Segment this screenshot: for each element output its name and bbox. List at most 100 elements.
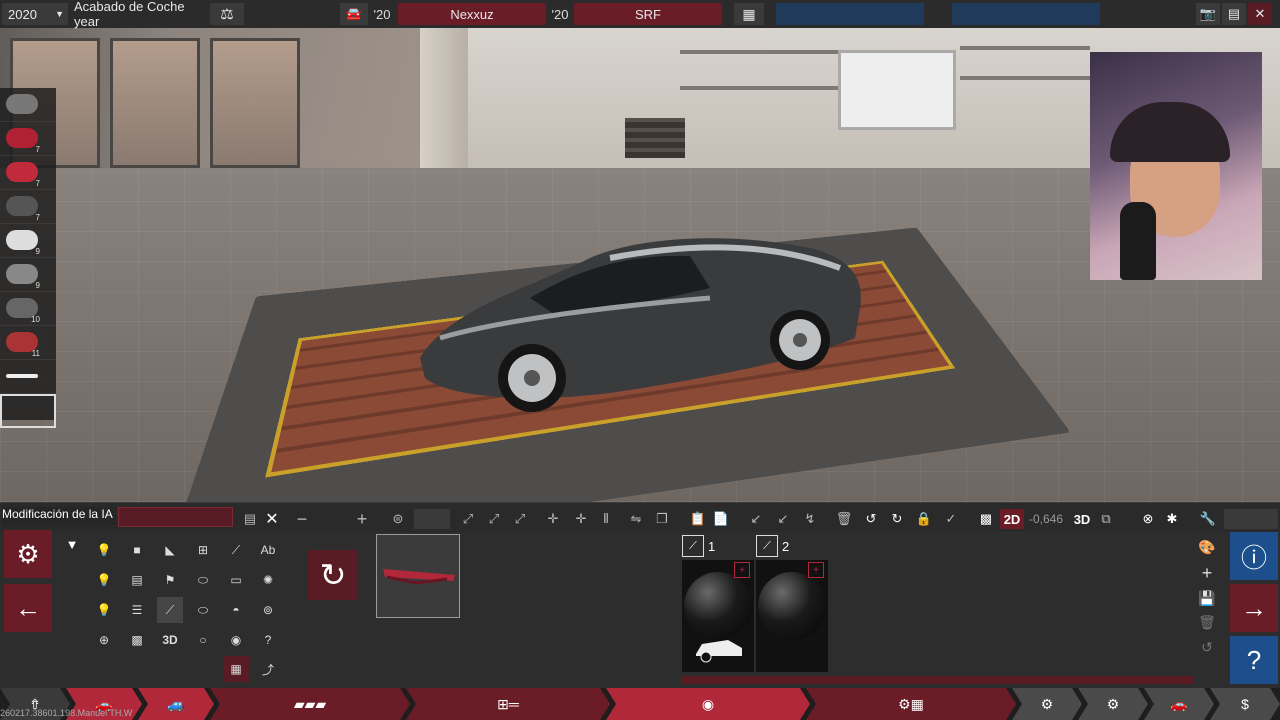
nav-car-parts-icon[interactable]: 🚙 <box>138 688 214 720</box>
seat-icon[interactable]: ☰ <box>124 597 150 623</box>
mirror-icon[interactable]: ⇋ <box>626 509 646 529</box>
keyboard-icon[interactable]: ▦ <box>734 3 764 25</box>
arrow-in2-icon[interactable]: ↙ <box>773 509 793 529</box>
part-slot[interactable]: 7 <box>0 190 56 224</box>
part-slot[interactable]: 10 <box>0 292 56 326</box>
grid-3d-button[interactable]: 3D <box>157 627 183 653</box>
blue-slot-1[interactable] <box>776 3 924 25</box>
panel-icon[interactable]: ▤ <box>124 567 150 593</box>
menu-grid-icon[interactable]: ▤ <box>1222 3 1246 25</box>
mode-3d-button[interactable]: 3D <box>1070 509 1094 529</box>
flag-icon[interactable]: ⚑ <box>157 567 183 593</box>
rim-icon[interactable]: ✺ <box>255 567 281 593</box>
arrow-in-icon[interactable]: ↙ <box>746 509 766 529</box>
trash-icon[interactable]: 🗑 <box>834 509 854 529</box>
calculator-icon[interactable]: ▦ <box>223 656 249 682</box>
nav-lights-icon[interactable]: ◉ <box>606 688 810 720</box>
garage-3d-viewport[interactable] <box>0 28 1280 502</box>
help-button[interactable]: ? <box>1230 636 1278 684</box>
save-icon[interactable]: 💾 <box>1196 587 1218 609</box>
nav-suspension-icon[interactable]: ⚙ <box>1078 688 1148 720</box>
scale-x-icon[interactable]: ⤢ <box>458 509 478 529</box>
plus-icon[interactable]: + <box>352 509 372 529</box>
part-slot[interactable]: 9 <box>0 224 56 258</box>
back-arrow-button[interactable]: ← <box>4 584 52 632</box>
add-material-icon[interactable]: + <box>808 562 824 578</box>
emblem-icon[interactable]: ◉ <box>223 627 249 653</box>
nav-chassis-icon[interactable]: ⊞═ <box>406 688 610 720</box>
nav-factory-icon[interactable]: 🚗 <box>1144 688 1214 720</box>
frame-icon[interactable]: ⧉ <box>1096 509 1116 529</box>
circle-icon[interactable]: ○ <box>190 627 216 653</box>
add-material-icon[interactable]: + <box>734 562 750 578</box>
nav-drivetrain-icon[interactable]: ⚙ <box>1012 688 1082 720</box>
nav-engine-icon[interactable]: ⚙▦ <box>806 688 1016 720</box>
scale-z-icon[interactable]: ⤢ <box>510 509 530 529</box>
arrows-icon[interactable]: ↯ <box>800 509 820 529</box>
close-icon[interactable]: ✕ <box>262 509 282 529</box>
close-icon[interactable]: ✕ <box>1248 3 1272 25</box>
part-slot[interactable]: 7 <box>0 122 56 156</box>
bulb-icon[interactable]: 💡 <box>91 567 117 593</box>
oval-icon[interactable]: ⬭ <box>190 567 216 593</box>
texture-icon[interactable]: ▩ <box>124 627 150 653</box>
spoiler-icon[interactable]: ⟋ <box>157 597 183 623</box>
part-slot[interactable] <box>0 360 56 394</box>
part-slot[interactable] <box>0 88 56 122</box>
material-card-2[interactable]: + <box>756 560 828 672</box>
brush-icon[interactable]: ⟋ <box>682 535 704 557</box>
author-field[interactable]: Nexxuz <box>398 3 546 25</box>
move-h-icon[interactable]: ✛ <box>571 509 591 529</box>
paint-icon[interactable]: 🎨 <box>1196 536 1218 558</box>
align-icon[interactable]: ⫴ <box>596 509 616 529</box>
equal-circle-icon[interactable]: ⊜ <box>388 509 408 529</box>
balance-scale-icon[interactable]: ⚖ <box>210 3 244 25</box>
wheel-icon[interactable]: ✱ <box>1162 509 1182 529</box>
plate-icon[interactable]: ▭ <box>223 567 249 593</box>
no-wheel-icon[interactable]: ⊗ <box>1138 509 1158 529</box>
mirror-part-icon[interactable]: ◓ <box>223 597 249 623</box>
part-slot[interactable]: 11 <box>0 326 56 360</box>
badge-icon[interactable]: ⊕ <box>91 627 117 653</box>
trim-field[interactable]: SRF <box>574 3 722 25</box>
scale-a-icon[interactable]: ⤢ <box>484 509 504 529</box>
year-dropdown[interactable]: 2020 ▼ <box>2 3 68 25</box>
copy-icon[interactable]: ❐ <box>652 509 672 529</box>
bulb-icon[interactable]: 💡 <box>91 537 117 563</box>
undo-icon[interactable]: ↺ <box>1196 636 1218 658</box>
move-icon[interactable]: ✛ <box>543 509 563 529</box>
nav-body-icon[interactable]: ▰▰▰ <box>210 688 410 720</box>
paste-icon[interactable]: 📄 <box>711 509 731 529</box>
selected-part-thumbnail[interactable] <box>376 534 460 618</box>
car-icon[interactable]: 🚘 <box>340 3 368 25</box>
blue-slot-2[interactable] <box>952 3 1100 25</box>
help-icon[interactable]: ? <box>255 627 281 653</box>
car-model[interactable] <box>410 228 880 418</box>
vent-icon[interactable]: ⬭ <box>190 597 216 623</box>
check-icon[interactable]: ✓ <box>941 509 961 529</box>
wiper-icon[interactable]: ⟋ <box>223 537 249 563</box>
refresh-button[interactable]: ↻ <box>308 550 358 600</box>
grille-icon[interactable]: ⊞ <box>190 537 216 563</box>
lock-icon[interactable]: 🔒 <box>914 509 934 529</box>
part-slot-selected[interactable] <box>0 394 56 428</box>
mode-2d-button[interactable]: 2D <box>1000 509 1024 529</box>
chevron-down-icon[interactable]: ▼ <box>62 534 82 554</box>
alert-button[interactable]: ⓘ <box>1230 532 1278 580</box>
material-card-1[interactable]: + <box>682 560 754 672</box>
part-slot[interactable]: 9 <box>0 258 56 292</box>
redo-icon[interactable]: ↻ <box>887 509 907 529</box>
settings-gear-button[interactable]: ⚙ <box>4 530 52 578</box>
value-box[interactable] <box>414 509 450 529</box>
text-tool[interactable]: Ab <box>255 537 281 563</box>
undo-icon[interactable]: ↺ <box>861 509 881 529</box>
empty-slot[interactable] <box>1224 509 1278 529</box>
trash-icon[interactable]: 🗑 <box>1196 611 1218 633</box>
minus-icon[interactable]: − <box>292 509 312 529</box>
camera-icon[interactable]: 📷 <box>1196 3 1220 25</box>
forward-arrow-button[interactable]: → <box>1230 584 1278 632</box>
part-slot[interactable]: 7 <box>0 156 56 190</box>
list-icon[interactable]: ▤ <box>240 509 260 529</box>
plus-icon[interactable]: + <box>1196 562 1218 584</box>
ramp-icon[interactable]: ◣ <box>157 537 183 563</box>
